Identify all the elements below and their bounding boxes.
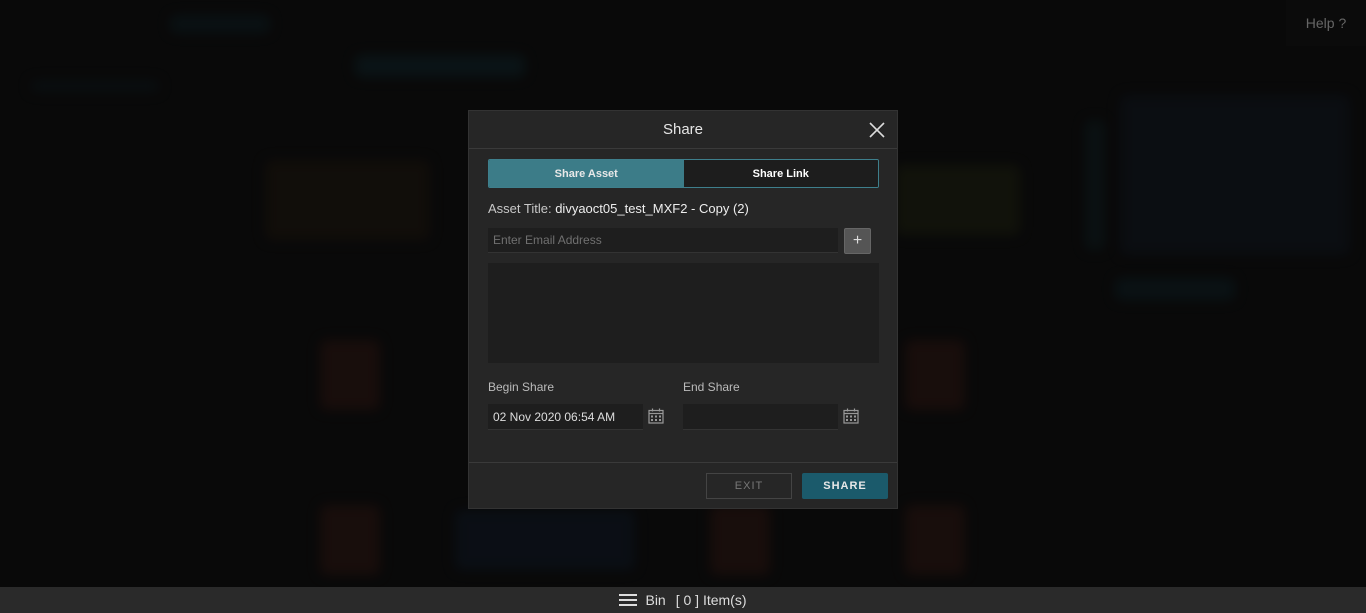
email-list-area[interactable] xyxy=(488,263,879,363)
asset-title-label: Asset Title: xyxy=(488,201,552,216)
dialog-title: Share xyxy=(662,121,704,138)
email-input[interactable] xyxy=(488,228,838,253)
asset-title-value: divyaoct05_test_MXF2 - Copy (2) xyxy=(555,201,749,216)
dialog-footer: EXIT SHARE xyxy=(469,462,897,509)
end-share-label: End Share xyxy=(683,380,740,394)
tab-share-asset[interactable]: Share Asset xyxy=(489,160,684,187)
asset-title: Asset Title: divyaoct05_test_MXF2 - Copy… xyxy=(488,201,749,216)
end-share-input[interactable] xyxy=(683,404,838,430)
help-button[interactable]: Help ? xyxy=(1286,0,1366,46)
bin-item-count: [ 0 ] Item(s) xyxy=(675,592,747,608)
begin-share-input[interactable]: 02 Nov 2020 06:54 AM xyxy=(488,404,643,430)
share-button[interactable]: SHARE xyxy=(802,473,888,499)
close-icon xyxy=(869,122,885,138)
tab-share-link[interactable]: Share Link xyxy=(683,160,878,187)
calendar-icon[interactable] xyxy=(843,408,859,424)
exit-button[interactable]: EXIT xyxy=(706,473,792,499)
close-button[interactable] xyxy=(867,120,887,140)
calendar-icon[interactable] xyxy=(648,408,664,424)
hamburger-icon[interactable] xyxy=(619,594,638,606)
dialog-header: Share xyxy=(469,111,897,149)
share-tabs: Share Asset Share Link xyxy=(488,159,879,188)
bin-label[interactable]: Bin xyxy=(645,592,665,608)
bin-bar: Bin [ 0 ] Item(s) xyxy=(0,587,1366,613)
share-dialog: Share Share Asset Share Link Asset Title… xyxy=(468,110,898,509)
add-email-button[interactable]: + xyxy=(844,228,871,254)
begin-share-label: Begin Share xyxy=(488,380,555,394)
